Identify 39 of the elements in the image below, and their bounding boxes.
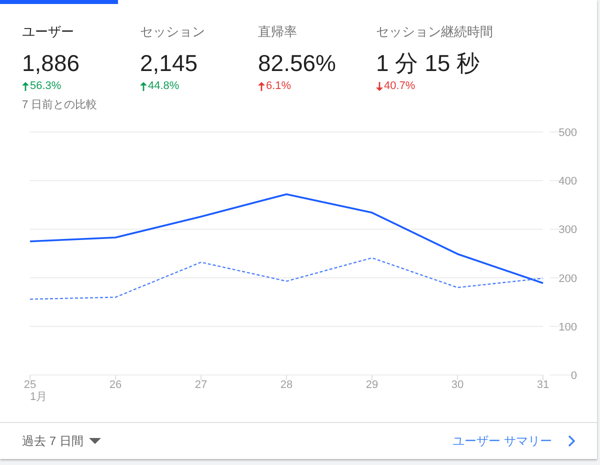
caret-icon — [89, 438, 102, 444]
metric-label: ユーザー — [22, 23, 75, 41]
axis-label: 25 — [24, 379, 36, 391]
axis-label: 27 — [194, 379, 208, 391]
axis-label: 200 — [558, 272, 577, 285]
axis-label: 1月 — [30, 391, 48, 403]
metric-label: 直帰率 — [258, 23, 298, 41]
up-arrow-icon — [22, 82, 29, 90]
metric-label: セッション — [140, 23, 206, 41]
down-arrow-icon — [376, 82, 383, 90]
axis-label: 31 — [536, 379, 550, 391]
change-value: 6.1% — [266, 80, 292, 92]
metric-value: 1 分 15 秒 — [376, 49, 481, 77]
metric-value: 1,886 — [22, 49, 81, 77]
metric-tab[interactable]: セッション 2,145 44.8% — [118, 0, 236, 120]
metric-tab[interactable]: セッション継続時間 1 分 15 秒 40.7% — [354, 0, 554, 120]
axis-label: 29 — [366, 379, 378, 391]
comparison-note: 7 日前との比較 — [22, 98, 98, 112]
change-value: 40.7% — [384, 80, 416, 92]
axis-label: 100 — [558, 321, 577, 334]
change-value: 44.8% — [148, 80, 180, 92]
axis-label: 30 — [451, 379, 464, 391]
metric-label: セッション継続時間 — [376, 23, 494, 41]
metric-tab[interactable]: ユーザー 1,886 56.3% 7 日前との比較 — [0, 0, 118, 120]
metric-value: 2,145 — [140, 49, 199, 77]
date-range-dropdown[interactable]: 過去 7 日間 — [22, 432, 102, 450]
axis-label: 0 — [570, 370, 577, 382]
axis-label: 28 — [280, 379, 293, 391]
axis-label: 300 — [558, 224, 577, 236]
up-arrow-icon — [140, 82, 147, 90]
axis-label: 400 — [558, 176, 577, 188]
axis-label: 500 — [558, 127, 577, 139]
metric-tab[interactable]: 直帰率 82.56% 6.1% — [236, 0, 354, 120]
metric-value: 82.56% — [258, 49, 338, 77]
up-arrow-icon — [258, 82, 265, 90]
change-value: 56.3% — [30, 80, 62, 92]
chevron-icon — [568, 435, 575, 447]
axis-label: 26 — [109, 379, 122, 391]
summary-link[interactable]: ユーザー サマリー — [452, 432, 575, 450]
